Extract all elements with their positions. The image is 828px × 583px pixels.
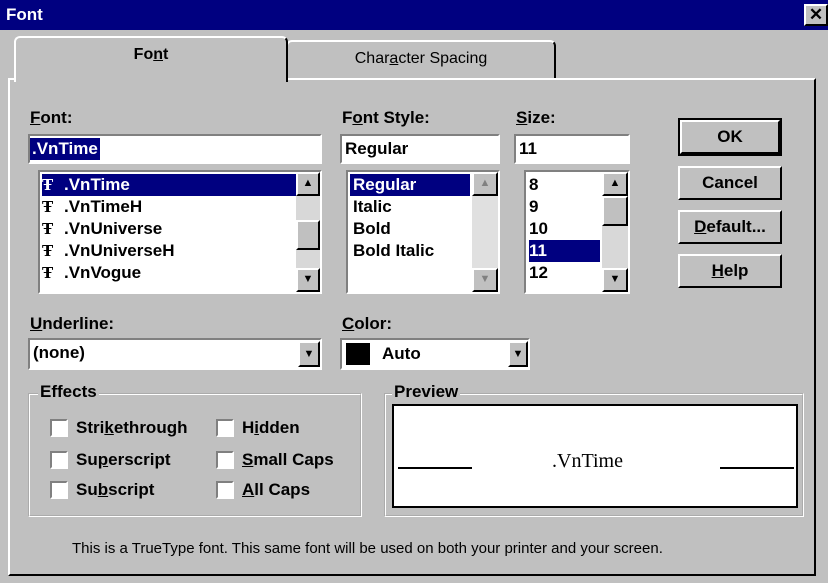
color-value: Auto [382, 344, 421, 363]
close-button[interactable]: ✕ [804, 4, 828, 26]
font-style-input-value: Regular [345, 139, 409, 158]
small-caps-checkbox[interactable] [216, 451, 234, 469]
underline-value: (none) [33, 343, 85, 362]
truetype-icon: Ŧ [42, 264, 54, 282]
title-bar [0, 0, 828, 30]
tab-font-label: Font [133, 46, 169, 63]
hidden-checkbox[interactable] [216, 419, 234, 437]
font-input-value: .VnTime [30, 138, 100, 160]
color-swatch [346, 343, 370, 365]
down-arrow-icon: ▼ [609, 273, 621, 285]
subscript-label: Subscript [76, 480, 155, 499]
all-caps-label: All Caps [242, 480, 311, 499]
color-label: Color: [342, 314, 393, 333]
truetype-icon: Ŧ [42, 176, 54, 194]
size-input[interactable]: 11 [514, 134, 630, 164]
preview-baseline-left [398, 467, 472, 469]
size-label: Size: [516, 108, 556, 127]
scroll-thumb[interactable] [296, 220, 320, 250]
scroll-thumb[interactable] [602, 196, 628, 226]
chevron-down-icon: ▼ [512, 348, 524, 360]
font-style-item[interactable]: Regular [350, 174, 470, 196]
subscript-checkbox[interactable] [50, 481, 68, 499]
effects-title: Effects [38, 382, 99, 402]
size-item[interactable]: 11 [529, 240, 600, 262]
font-label: Font: [30, 108, 73, 127]
truetype-note: This is a TrueType font. This same font … [72, 540, 663, 557]
font-list-item[interactable]: Ŧ .VnTimeH [42, 196, 320, 218]
scroll-up-button[interactable]: ▲ [296, 172, 320, 196]
truetype-icon: Ŧ [42, 242, 54, 260]
all-caps-checkbox[interactable] [216, 481, 234, 499]
truetype-icon: Ŧ [42, 220, 54, 238]
superscript-checkbox[interactable] [50, 451, 68, 469]
underline-label: Underline: [30, 314, 115, 333]
chevron-down-icon: ▼ [303, 348, 315, 360]
default-button-label: Default... [694, 217, 766, 236]
color-dropdown-button[interactable]: ▼ [508, 341, 528, 367]
tab-character-spacing-label: Character Spacing [354, 50, 488, 67]
tab-font[interactable]: Font [14, 36, 288, 82]
default-button[interactable]: Default... [678, 210, 782, 244]
up-arrow-icon: ▲ [479, 177, 491, 189]
scroll-down-button[interactable]: ▼ [472, 268, 498, 292]
help-button[interactable]: Help [678, 254, 782, 288]
font-style-input[interactable]: Regular [340, 134, 500, 164]
window-title: Font [6, 5, 43, 24]
font-list-item[interactable]: Ŧ .VnUniverse [42, 218, 320, 240]
up-arrow-icon: ▲ [609, 177, 621, 189]
cancel-button[interactable]: Cancel [678, 166, 782, 200]
strikethrough-label: Strikethrough [76, 418, 188, 437]
up-arrow-icon: ▲ [302, 177, 314, 189]
font-list-item[interactable]: Ŧ .VnTime [42, 174, 300, 196]
scroll-up-button[interactable]: ▲ [602, 172, 628, 196]
font-list[interactable]: Ŧ .VnTime Ŧ .VnTimeH Ŧ .VnUniverse Ŧ .VnUniv… [38, 170, 322, 294]
ok-button[interactable]: OK [678, 118, 782, 156]
down-arrow-icon: ▼ [302, 273, 314, 285]
help-button-label: Help [711, 261, 749, 280]
font-style-label: Font Style: [342, 108, 430, 127]
hidden-label: Hidden [242, 418, 300, 437]
strikethrough-checkbox[interactable] [50, 419, 68, 437]
font-list-item[interactable]: Ŧ .VnVogue [42, 262, 320, 284]
preview-text: .VnTime [552, 450, 623, 472]
scroll-up-button[interactable]: ▲ [472, 172, 498, 196]
font-list-item[interactable]: Ŧ .VnUniverseH [42, 240, 320, 262]
underline-dropdown-button[interactable]: ▼ [298, 341, 320, 367]
small-caps-label: Small Caps [242, 450, 334, 469]
down-arrow-icon: ▼ [479, 273, 491, 285]
preview-title: Preview [392, 382, 461, 402]
underline-dropdown[interactable]: (none) [28, 338, 322, 370]
font-input[interactable]: .VnTime [28, 134, 322, 164]
truetype-icon: Ŧ [42, 198, 54, 216]
size-input-value: 11 [519, 139, 537, 158]
superscript-label: Superscript [76, 450, 171, 469]
tab-character-spacing[interactable]: Character Spacing [286, 40, 556, 78]
preview-baseline-right [720, 467, 794, 469]
scroll-down-button[interactable]: ▼ [602, 268, 628, 292]
scroll-down-button[interactable]: ▼ [296, 268, 320, 292]
